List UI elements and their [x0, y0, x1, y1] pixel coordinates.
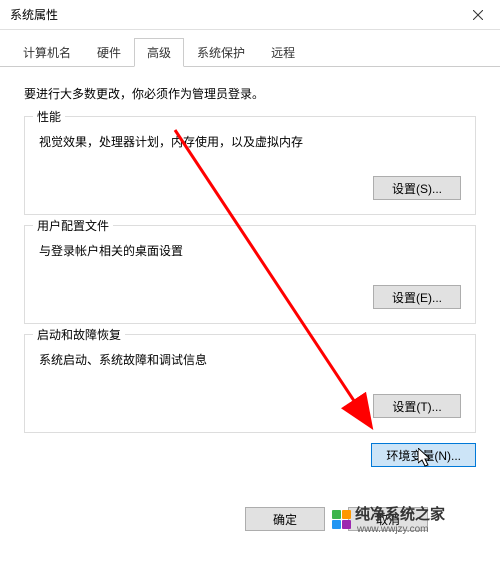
window-title: 系统属性: [10, 6, 58, 23]
tab-remote[interactable]: 远程: [258, 38, 308, 67]
close-button[interactable]: [455, 0, 500, 30]
cancel-button[interactable]: 取消: [348, 507, 428, 531]
startup-section: 启动和故障恢复 系统启动、系统故障和调试信息 设置(T)...: [24, 334, 476, 433]
tab-bar: 计算机名 硬件 高级 系统保护 远程: [0, 30, 500, 67]
titlebar: 系统属性: [0, 0, 500, 30]
startup-desc: 系统启动、系统故障和调试信息: [39, 351, 461, 368]
env-var-row: 环境变量(N)...: [24, 443, 476, 467]
startup-title: 启动和故障恢复: [33, 326, 125, 343]
performance-title: 性能: [33, 108, 65, 125]
tab-system-protection[interactable]: 系统保护: [184, 38, 258, 67]
profiles-title: 用户配置文件: [33, 217, 113, 234]
ok-button[interactable]: 确定: [245, 507, 325, 531]
intro-text: 要进行大多数更改，你必须作为管理员登录。: [24, 85, 476, 102]
profiles-desc: 与登录帐户相关的桌面设置: [39, 242, 461, 259]
startup-settings-button[interactable]: 设置(T)...: [373, 394, 461, 418]
performance-desc: 视觉效果，处理器计划，内存使用，以及虚拟内存: [39, 133, 461, 150]
close-icon: [473, 10, 483, 20]
profiles-settings-button[interactable]: 设置(E)...: [373, 285, 461, 309]
performance-settings-button[interactable]: 设置(S)...: [373, 176, 461, 200]
tab-computer-name[interactable]: 计算机名: [10, 38, 84, 67]
profiles-section: 用户配置文件 与登录帐户相关的桌面设置 设置(E)...: [24, 225, 476, 324]
environment-variables-button[interactable]: 环境变量(N)...: [371, 443, 476, 467]
performance-section: 性能 视觉效果，处理器计划，内存使用，以及虚拟内存 设置(S)...: [24, 116, 476, 215]
tab-content: 要进行大多数更改，你必须作为管理员登录。 性能 视觉效果，处理器计划，内存使用，…: [0, 67, 500, 477]
tab-advanced[interactable]: 高级: [134, 38, 184, 67]
tab-hardware[interactable]: 硬件: [84, 38, 134, 67]
